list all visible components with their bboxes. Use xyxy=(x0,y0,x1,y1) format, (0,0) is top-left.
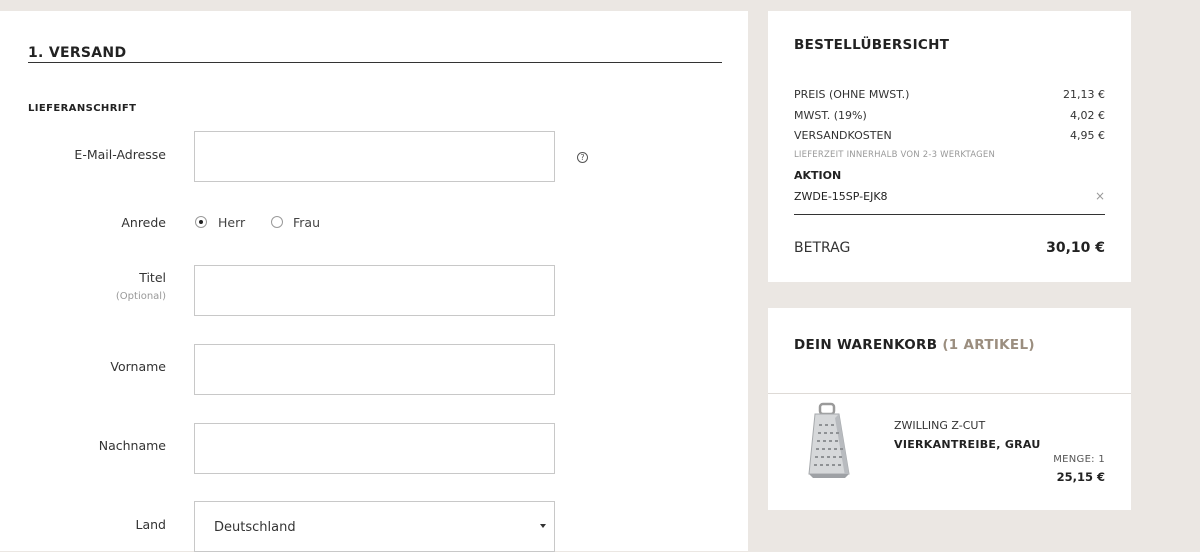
country-value: Deutschland xyxy=(214,520,296,535)
last-name-label: Nachname xyxy=(98,438,166,453)
product-name[interactable]: VIERKANTREIBE, GRAU xyxy=(894,438,1041,451)
summary-row-value: 4,95 € xyxy=(1070,129,1105,142)
shipping-form-panel: 1. VERSAND LIEFERANSCHRIFT E-Mail-Adress… xyxy=(0,11,748,552)
summary-row-value: 4,02 € xyxy=(1070,109,1105,122)
cart-count: (1 ARTIKEL) xyxy=(942,337,1035,353)
cart-divider xyxy=(768,393,1131,394)
country-label: Land xyxy=(135,517,166,532)
cart-title: DEIN WARENKORB (1 ARTIKEL) xyxy=(794,337,1035,353)
email-field[interactable] xyxy=(194,131,555,182)
chevron-down-icon xyxy=(540,524,546,528)
cart-panel: DEIN WARENKORB (1 ARTIKEL) ZWILLING Z-CU… xyxy=(768,308,1131,510)
title-label: Titel xyxy=(139,270,166,285)
summary-title: BESTELLÜBERSICHT xyxy=(794,37,950,53)
product-quantity: MENGE: 1 xyxy=(1053,454,1105,465)
title-field[interactable] xyxy=(194,265,555,316)
cart-title-text: DEIN WARENKORB xyxy=(794,337,938,353)
email-label: E-Mail-Adresse xyxy=(74,147,166,162)
address-subheading: LIEFERANSCHRIFT xyxy=(28,103,137,114)
first-name-field[interactable] xyxy=(194,344,555,395)
title-optional-note: (Optional) xyxy=(115,291,166,302)
order-summary-panel: BESTELLÜBERSICHT PREIS (OHNE MWST.) 21,1… xyxy=(768,11,1131,282)
product-brand[interactable]: ZWILLING Z-CUT xyxy=(894,419,985,432)
summary-row-label: VERSANDKOSTEN xyxy=(794,129,892,142)
country-select[interactable]: Deutschland xyxy=(194,501,555,552)
delivery-note: LIEFERZEIT INNERHALB VON 2-3 WERKTAGEN xyxy=(794,150,996,160)
section-divider xyxy=(28,62,722,63)
summary-row-label: PREIS (OHNE MWST.) xyxy=(794,88,910,101)
box-grater-image[interactable] xyxy=(805,402,855,482)
first-name-label: Vorname xyxy=(110,359,166,374)
summary-divider xyxy=(794,214,1105,215)
total-value: 30,10 € xyxy=(1046,240,1105,256)
salutation-option-frau[interactable]: Frau xyxy=(293,215,320,230)
salutation-option-herr[interactable]: Herr xyxy=(218,215,245,230)
summary-row-value: 21,13 € xyxy=(1063,88,1105,101)
summary-row-shipping: VERSANDKOSTEN 4,95 € xyxy=(794,129,1105,142)
salutation-radio-frau[interactable] xyxy=(271,216,283,228)
salutation-radio-herr[interactable] xyxy=(195,216,207,228)
salutation-label: Anrede xyxy=(121,215,166,230)
summary-row-vat: MWST. (19%) 4,02 € xyxy=(794,109,1105,122)
last-name-field[interactable] xyxy=(194,423,555,474)
promo-code: ZWDE-15SP-EJK8 xyxy=(794,190,888,203)
summary-row-price: PREIS (OHNE MWST.) 21,13 € xyxy=(794,88,1105,101)
product-price: 25,15 € xyxy=(1056,470,1105,484)
question-circle-icon[interactable]: ? xyxy=(577,152,588,163)
promo-heading: AKTION xyxy=(794,169,842,182)
summary-row-label: MWST. (19%) xyxy=(794,109,867,122)
total-label: BETRAG xyxy=(794,240,851,256)
section-title: 1. VERSAND xyxy=(28,45,127,61)
close-icon[interactable]: × xyxy=(1095,189,1105,203)
